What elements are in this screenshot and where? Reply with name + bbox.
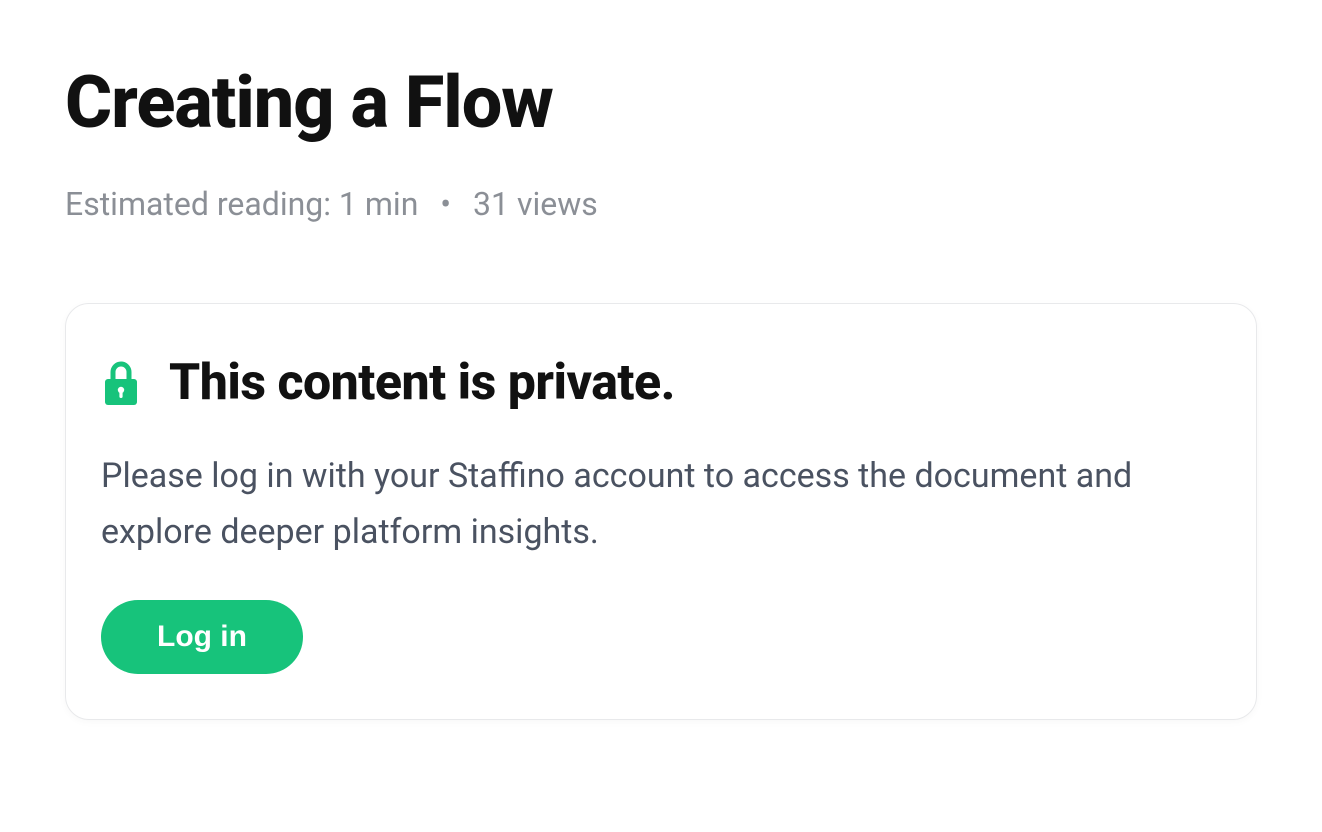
private-card-description: Please log in with your Staffino account…: [101, 448, 1221, 560]
lock-icon: [101, 359, 141, 407]
login-button[interactable]: Log in: [101, 600, 303, 674]
meta-row: Estimated reading: 1 min • 31 views: [65, 185, 1257, 223]
page-title: Creating a Flow: [65, 60, 1257, 145]
private-card-title: This content is private.: [169, 354, 675, 412]
reading-time-label: Estimated reading: 1 min: [65, 185, 418, 223]
card-title-row: This content is private.: [101, 354, 1221, 412]
private-content-card: This content is private. Please log in w…: [65, 303, 1257, 720]
views-label: 31 views: [473, 185, 598, 223]
meta-separator: •: [440, 185, 451, 223]
